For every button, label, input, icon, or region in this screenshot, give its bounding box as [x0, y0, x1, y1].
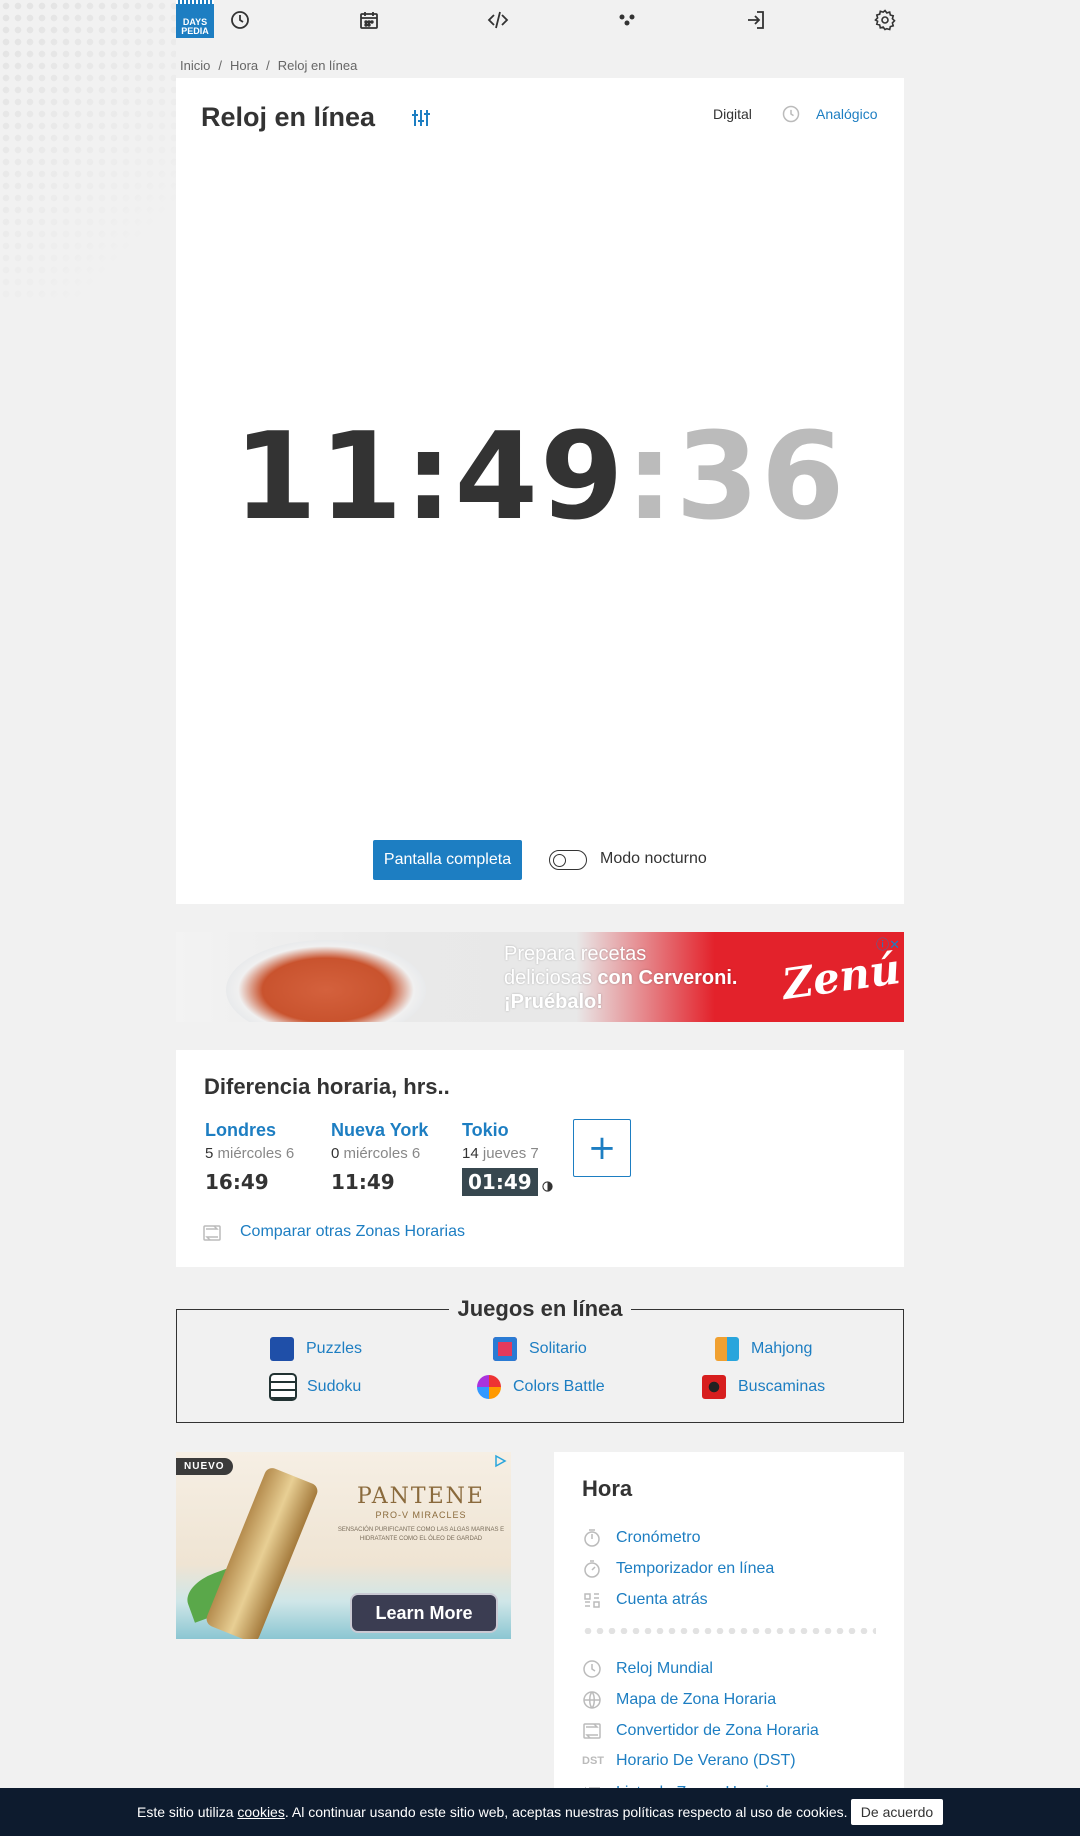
mode-analog-link[interactable]: Analógico	[816, 106, 878, 122]
product-bottle-image	[204, 1465, 320, 1639]
time-tools-card: Hora Cronómetro Temporizador en línea Cu…	[554, 1452, 904, 1801]
ad-tagline: SENSACIÓN PURIFICANTE COMO LAS ALGAS MAR…	[337, 1527, 505, 1542]
calendar-icon[interactable]	[357, 8, 381, 32]
compare-time-zones-link[interactable]: Comparar otras Zonas Horarias	[240, 1223, 465, 1241]
time-zone-map-link[interactable]: Mapa de Zona Horaria	[582, 1690, 776, 1710]
breadcrumb-time[interactable]: Hora	[230, 58, 258, 73]
time-zone-converter-link[interactable]: Convertidor de Zona Horaria	[582, 1721, 819, 1741]
world-clock-icon	[582, 1659, 602, 1679]
half-moon-icon	[542, 1179, 553, 1192]
dst-icon: DST	[582, 1755, 604, 1767]
timer-link[interactable]: Temporizador en línea	[582, 1559, 774, 1579]
puzzles-icon	[270, 1337, 294, 1361]
solitaire-icon	[493, 1337, 517, 1361]
ad-brand-sub: PRO-V MIRACLES	[375, 1510, 467, 1520]
ad-headline: Prepara recetas deliciosas con Cerveroni…	[504, 943, 738, 1013]
world-clock-link[interactable]: Reloj Mundial	[582, 1659, 713, 1679]
countdown-link[interactable]: Cuenta atrás	[582, 1590, 708, 1610]
gear-icon[interactable]	[873, 8, 897, 32]
breadcrumb-home[interactable]: Inicio	[180, 58, 210, 73]
city-tokyo: Tokio 14 jueves 7 01:49	[462, 1120, 553, 1196]
mahjong-icon	[715, 1337, 739, 1361]
game-minesweeper-link[interactable]: Buscaminas	[702, 1375, 825, 1399]
decorative-dots-background	[0, 0, 176, 300]
ad-brand: PANTENE	[357, 1484, 485, 1509]
clock-icon	[781, 104, 801, 124]
learn-more-button[interactable]: Learn More	[350, 1593, 498, 1633]
mode-digital[interactable]: Digital	[713, 106, 752, 122]
time-tools-title: Hora	[582, 1476, 633, 1501]
top-navigation: DAYS PEDIA	[176, 0, 904, 40]
city-new-york: Nueva York 0 miércoles 6 11:49	[331, 1120, 429, 1194]
game-puzzles-link[interactable]: Puzzles	[270, 1337, 362, 1361]
dotted-divider	[582, 1628, 876, 1634]
cookies-link[interactable]: cookies	[237, 1804, 284, 1820]
city-name-link[interactable]: Londres	[205, 1120, 276, 1140]
stopwatch-icon	[582, 1528, 602, 1548]
timer-icon	[582, 1559, 602, 1579]
breadcrumb-current: Reloj en línea	[277, 58, 358, 73]
convert-icon	[202, 1223, 222, 1243]
digital-clock-display: 11:49:36	[176, 418, 904, 548]
game-mahjong-link[interactable]: Mahjong	[715, 1337, 812, 1361]
accept-cookies-button[interactable]: De acuerdo	[851, 1799, 943, 1825]
adchoices-icon[interactable]	[493, 1454, 507, 1468]
countdown-icon	[582, 1590, 602, 1610]
games-icon[interactable]	[615, 8, 639, 32]
city-london: Londres 5 miércoles 6 16:49	[205, 1120, 295, 1194]
advertisement-banner[interactable]: Prepara recetas deliciosas con Cerveroni…	[176, 932, 904, 1022]
colors-battle-icon	[477, 1375, 501, 1399]
add-city-button[interactable]: +	[573, 1119, 631, 1177]
minesweeper-icon	[702, 1375, 726, 1399]
convert-icon	[582, 1721, 602, 1741]
stopwatch-link[interactable]: Cronómetro	[582, 1528, 700, 1548]
night-mode-label: Modo nocturno	[600, 850, 707, 867]
dst-link[interactable]: DST Horario De Verano (DST)	[582, 1752, 796, 1770]
time-difference-title: Diferencia horaria, hrs..	[204, 1074, 450, 1099]
clock-icon[interactable]	[228, 8, 252, 32]
advertisement-pantene[interactable]: NUEVO PANTENE PRO-V MIRACLES SENSACIÓN P…	[176, 1452, 511, 1639]
ad-new-badge: NUEVO	[176, 1458, 233, 1475]
clock-seconds: :36	[625, 418, 847, 547]
game-colors-battle-link[interactable]: Colors Battle	[477, 1375, 605, 1399]
ad-close-icon[interactable]: ⓘ✕	[876, 934, 900, 953]
clock-hours-minutes: 11:49	[233, 418, 626, 547]
globe-icon	[582, 1690, 602, 1710]
site-logo[interactable]: DAYS PEDIA	[176, 0, 214, 38]
game-sudoku-link[interactable]: Sudoku	[269, 1373, 361, 1401]
ad-brand-logo: Zenú	[779, 943, 904, 1010]
sudoku-icon	[269, 1373, 297, 1401]
breadcrumb: Inicio / Hora / Reloj en línea	[180, 58, 358, 73]
cookie-message: Este sitio utiliza cookies. Al continuar…	[137, 1804, 848, 1820]
game-solitaire-link[interactable]: Solitario	[493, 1337, 587, 1361]
games-title: Juegos en línea	[177, 1296, 903, 1322]
fullscreen-button[interactable]: Pantalla completa	[373, 840, 522, 880]
city-time: 16:49	[205, 1170, 269, 1194]
sliders-icon[interactable]	[409, 106, 433, 130]
night-mode-toggle[interactable]	[549, 850, 587, 870]
page-title: Reloj en línea	[201, 102, 376, 132]
city-name-link[interactable]: Nueva York	[331, 1120, 428, 1140]
time-difference-card: Diferencia horaria, hrs.. Londres 5 miér…	[176, 1050, 904, 1267]
city-name-link[interactable]: Tokio	[462, 1120, 509, 1140]
code-icon[interactable]	[486, 8, 510, 32]
online-clock-card: Reloj en línea Digital Analógico 11:49:3…	[176, 78, 904, 904]
city-time-night: 01:49	[462, 1168, 538, 1196]
online-games-section: Juegos en línea Puzzles Solitario Mahjon…	[176, 1296, 904, 1423]
food-plate-image	[226, 940, 426, 1022]
login-icon[interactable]	[744, 8, 768, 32]
city-time: 11:49	[331, 1170, 395, 1194]
cookie-consent-bar: Este sitio utiliza cookies. Al continuar…	[0, 1788, 1080, 1836]
